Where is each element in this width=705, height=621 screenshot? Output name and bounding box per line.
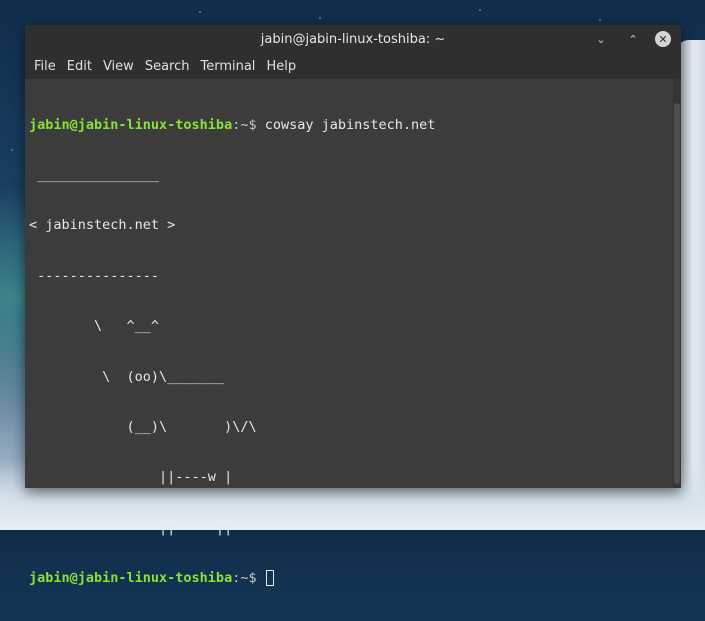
- output-line: _______________: [29, 166, 160, 183]
- command-text: cowsay jabinstech.net: [264, 116, 436, 133]
- output-line: \ ^__^: [29, 318, 160, 335]
- prompt-user: jabin@jabin-linux-toshiba: [29, 116, 233, 133]
- menu-view[interactable]: View: [98, 59, 139, 74]
- command-line: jabin@jabin-linux-toshiba:~$ cowsay jabi…: [29, 117, 673, 134]
- output-line: ---------------: [29, 267, 160, 284]
- output-line: ||----w |: [29, 469, 233, 486]
- prompt-user: jabin@jabin-linux-toshiba: [29, 570, 233, 587]
- menu-help[interactable]: Help: [261, 59, 301, 74]
- window-title: jabin@jabin-linux-toshiba: ~: [260, 31, 446, 47]
- scrollbar-thumb[interactable]: [674, 103, 680, 484]
- terminal-scrollbar[interactable]: [673, 79, 681, 488]
- prompt-suffix: :~$: [232, 116, 265, 133]
- text-cursor: [265, 570, 274, 587]
- prompt-line: jabin@jabin-linux-toshiba:~$: [29, 570, 673, 587]
- menu-file[interactable]: File: [29, 59, 61, 74]
- output-line: || ||: [29, 519, 233, 536]
- menu-terminal[interactable]: Terminal: [195, 59, 260, 74]
- menu-edit[interactable]: Edit: [62, 59, 97, 74]
- output-line: \ (oo)\_______: [29, 368, 225, 385]
- terminal-output-area[interactable]: jabin@jabin-linux-toshiba:~$ cowsay jabi…: [25, 79, 673, 587]
- output-line: (__)\ )\/\: [29, 418, 257, 435]
- menubar: File Edit View Search Terminal Help: [25, 53, 681, 79]
- prompt-suffix: :~$: [232, 570, 265, 587]
- minimize-icon[interactable]: ⌄: [593, 31, 609, 47]
- window-titlebar[interactable]: jabin@jabin-linux-toshiba: ~ ⌄ ⌃ ✕: [25, 25, 681, 53]
- close-icon[interactable]: ✕: [655, 31, 671, 47]
- menu-search[interactable]: Search: [140, 59, 195, 74]
- maximize-icon[interactable]: ⌃: [625, 31, 641, 47]
- output-line: < jabinstech.net >: [29, 217, 176, 234]
- terminal-window: jabin@jabin-linux-toshiba: ~ ⌄ ⌃ ✕ File …: [25, 25, 681, 587]
